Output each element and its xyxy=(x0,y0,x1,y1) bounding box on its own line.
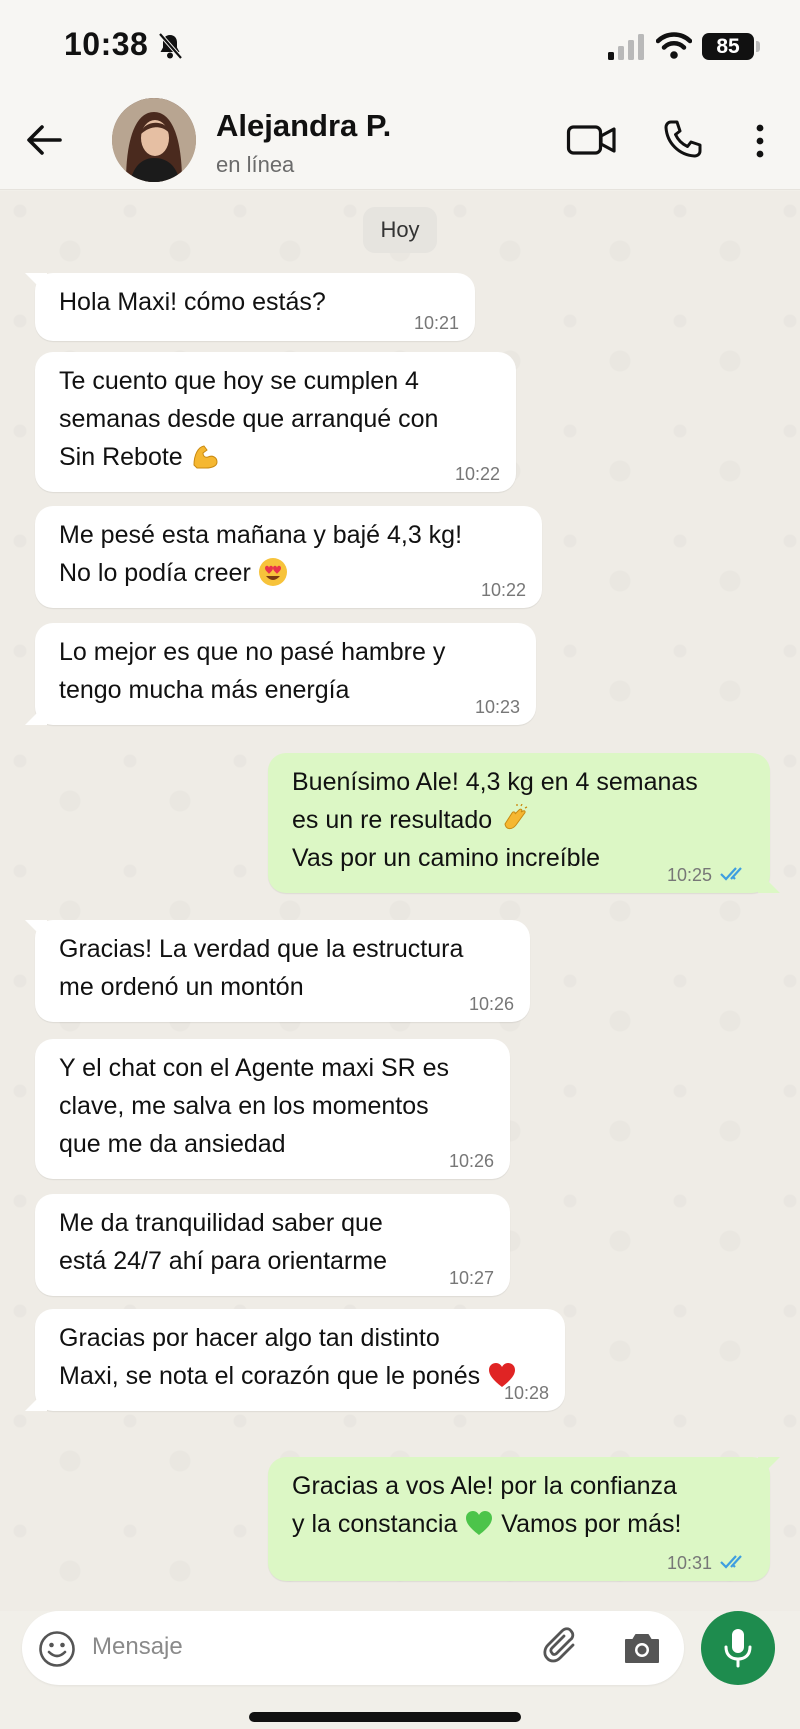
message-time: 10:23 xyxy=(474,697,520,717)
message-time: 10:22 xyxy=(454,464,500,484)
read-double-check-icon xyxy=(720,867,742,881)
outgoing-message[interactable]: Gracias a vos Ale! por la confianza y la… xyxy=(268,1457,780,1581)
incoming-message[interactable]: Gracias por hacer algo tan distinto Maxi… xyxy=(25,1309,565,1411)
wifi-icon xyxy=(656,32,692,59)
message-meta: 10:25 xyxy=(667,865,754,885)
bubble-tail xyxy=(25,273,47,295)
chat-messages-area[interactable]: Hoy Hola Maxi! cómo estás? 10:21 Te cuen… xyxy=(0,191,800,1611)
message-text: Hola Maxi! cómo estás? xyxy=(59,288,326,316)
message-time: 10:21 xyxy=(413,313,459,333)
message-text: Te cuento que hoy se cumplen 4 semanas d… xyxy=(59,367,439,471)
status-bar: 10:38 85 xyxy=(0,0,800,90)
message-text: Lo mejor es que no pasé hambre y tengo m… xyxy=(59,638,446,704)
message-input[interactable]: Mensaje xyxy=(22,1611,684,1685)
bubble-tail xyxy=(25,920,47,942)
outgoing-message[interactable]: Buenísimo Ale! 4,3 kg en 4 semanas es un… xyxy=(268,753,780,893)
emoji-picker-icon[interactable] xyxy=(38,1630,76,1668)
cellular-signal-icon xyxy=(608,34,644,60)
bubble-tail xyxy=(758,871,780,893)
message-text: Gracias! La verdad que la estructura me … xyxy=(59,935,464,1001)
voice-message-button[interactable] xyxy=(701,1611,775,1685)
message-time: 10:26 xyxy=(468,994,514,1014)
message-text: Y el chat con el Agente maxi SR es clave… xyxy=(59,1054,450,1158)
incoming-message[interactable]: Me pesé esta mañana y bajé 4,3 kg! No lo… xyxy=(35,506,542,608)
incoming-message[interactable]: Me da tranquilidad saber que está 24/7 a… xyxy=(35,1194,510,1296)
incoming-message[interactable]: Gracias! La verdad que la estructura me … xyxy=(25,920,530,1022)
battery-indicator: 85 xyxy=(702,33,754,60)
bubble-tail xyxy=(25,703,47,725)
green-heart-emoji-icon xyxy=(466,1511,493,1535)
message-text: Me da tranquilidad saber que está 24/7 a… xyxy=(59,1209,387,1275)
incoming-message[interactable]: Te cuento que hoy se cumplen 4 semanas d… xyxy=(35,352,516,492)
message-time: 10:28 xyxy=(503,1383,549,1403)
muted-bell-icon xyxy=(158,32,183,60)
incoming-message[interactable]: Lo mejor es que no pasé hambre y tengo m… xyxy=(25,623,536,725)
message-input-bar: Mensaje xyxy=(0,1611,800,1729)
message-time: 10:27 xyxy=(448,1268,494,1288)
message-meta: 10:31 xyxy=(667,1553,754,1573)
camera-icon[interactable] xyxy=(622,1629,662,1667)
contact-name[interactable]: Alejandra P. xyxy=(216,108,391,144)
message-placeholder: Mensaje xyxy=(92,1633,183,1660)
microphone-icon xyxy=(724,1629,752,1668)
incoming-message[interactable]: Y el chat con el Agente maxi SR es clave… xyxy=(35,1039,510,1179)
message-time: 10:31 xyxy=(666,1553,712,1573)
message-time: 10:26 xyxy=(448,1151,494,1171)
attachment-paperclip-icon[interactable] xyxy=(542,1627,582,1669)
message-text: Gracias por hacer algo tan distinto Maxi… xyxy=(59,1319,541,1395)
date-separator: Hoy xyxy=(363,207,437,253)
message-text: Buenísimo Ale! 4,3 kg en 4 semanas es un… xyxy=(292,768,698,872)
battery-nub xyxy=(756,41,760,52)
voice-call-icon[interactable] xyxy=(662,118,704,160)
read-double-check-icon xyxy=(720,1555,742,1569)
clapping-hands-emoji-icon xyxy=(504,804,528,830)
message-time: 10:22 xyxy=(480,580,526,600)
flexed-biceps-emoji-icon xyxy=(193,445,218,469)
heart-eyes-emoji-icon xyxy=(258,558,287,586)
bubble-tail xyxy=(758,1457,780,1479)
home-indicator xyxy=(249,1712,521,1722)
incoming-message[interactable]: Hola Maxi! cómo estás? 10:21 xyxy=(25,273,475,341)
status-time: 10:38 xyxy=(64,26,149,62)
video-call-icon[interactable] xyxy=(566,120,618,160)
message-text: Me pesé esta mañana y bajé 4,3 kg! No lo… xyxy=(59,521,463,587)
back-arrow-icon[interactable] xyxy=(24,120,64,160)
contact-avatar[interactable] xyxy=(112,98,196,182)
message-text: Gracias a vos Ale! por la confianza y la… xyxy=(292,1472,682,1538)
contact-online-status: en línea xyxy=(216,152,295,177)
bubble-tail xyxy=(25,1389,47,1411)
chat-header: Alejandra P. en línea xyxy=(0,90,800,190)
message-time: 10:25 xyxy=(666,865,712,885)
more-options-icon[interactable] xyxy=(748,120,772,162)
